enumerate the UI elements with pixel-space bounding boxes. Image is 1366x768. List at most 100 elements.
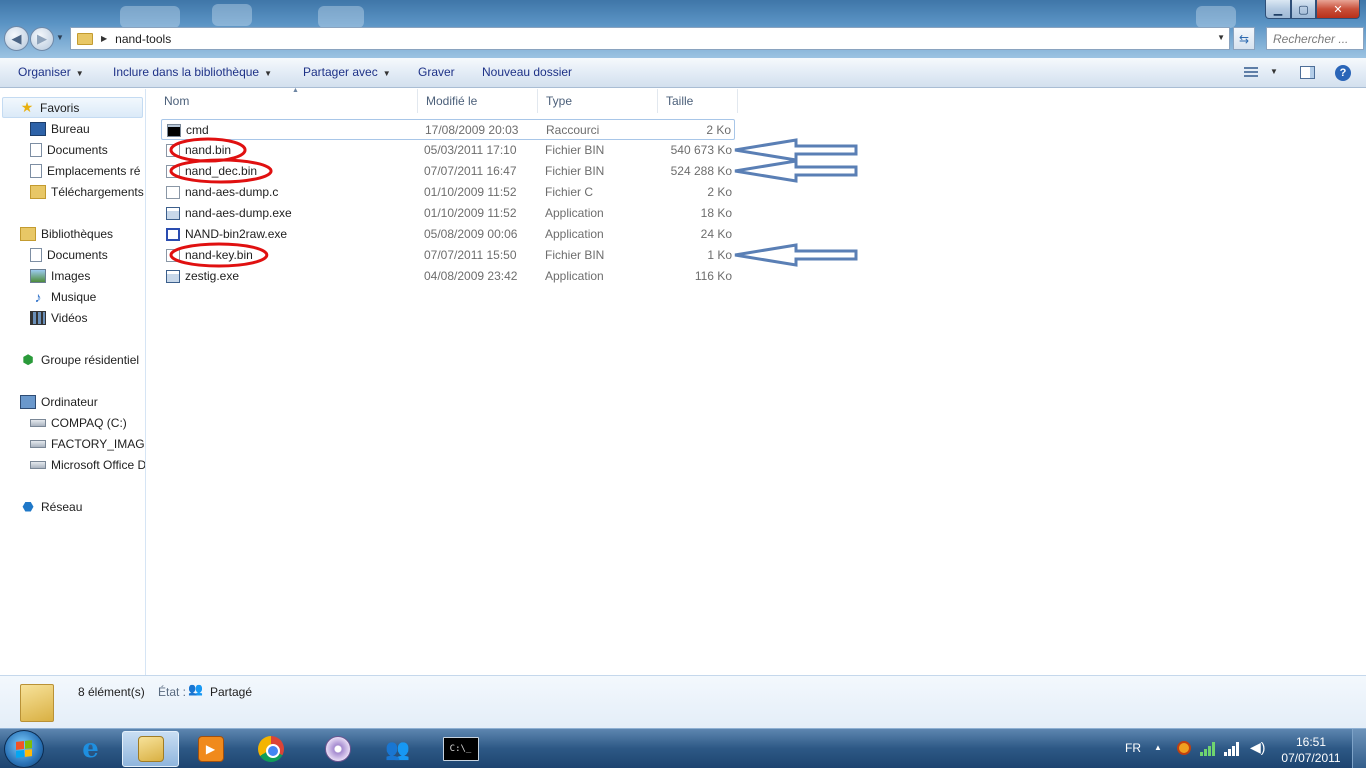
chevron-right-icon[interactable]: ▶ xyxy=(101,34,107,43)
file-modified: 05/08/2009 00:06 xyxy=(424,227,518,241)
cmd-shortcut-icon xyxy=(167,124,181,137)
sidebar-homegroup[interactable]: ⬢ Groupe résidentiel xyxy=(20,349,139,370)
address-history-dropdown[interactable]: ▼ xyxy=(1217,33,1225,42)
organize-menu[interactable]: Organiser ▼ xyxy=(18,65,84,79)
antivirus-tray-icon[interactable] xyxy=(1177,741,1191,755)
taskbar-messenger[interactable]: 👥 xyxy=(369,731,426,767)
computer-icon xyxy=(20,394,36,409)
homegroup-icon: ⬢ xyxy=(22,351,34,367)
burn-button[interactable]: Graver xyxy=(418,65,455,79)
signal-strength-icon[interactable] xyxy=(1200,740,1216,756)
recent-pages-dropdown[interactable]: ▼ xyxy=(56,33,64,42)
sidebar-item-label: Favoris xyxy=(40,100,80,115)
file-type: Application xyxy=(545,269,604,283)
include-library-label: Inclure dans la bibliothèque xyxy=(113,65,260,79)
file-size: 24 Ko xyxy=(700,227,732,241)
new-folder-button[interactable]: Nouveau dossier xyxy=(482,65,572,79)
star-icon: ★ xyxy=(20,99,34,115)
nand-exe-icon xyxy=(166,228,180,241)
close-button[interactable]: ✕ xyxy=(1316,0,1360,19)
sidebar-network[interactable]: ⬣ Réseau xyxy=(20,496,82,517)
sidebar-item-label: Microsoft Office D xyxy=(51,457,146,472)
file-row[interactable]: nand-key.bin 07/07/2011 15:50 Fichier BIN 1… xyxy=(161,245,735,266)
file-row[interactable]: nand.bin 05/03/2011 17:10 Fichier BIN 540 6… xyxy=(161,140,735,161)
address-bar[interactable]: ▶ nand-tools ▼ xyxy=(70,27,1230,50)
video-film-icon xyxy=(30,310,46,325)
view-options-dropdown[interactable]: ▼ xyxy=(1270,67,1278,76)
back-button[interactable]: ◀ xyxy=(4,26,29,51)
shared-users-icon: 👥 xyxy=(188,682,203,696)
taskbar-media-player[interactable]: ▶ xyxy=(182,731,239,767)
show-desktop-button[interactable] xyxy=(1352,729,1366,768)
language-indicator[interactable]: FR xyxy=(1125,741,1141,755)
maximize-button[interactable]: ▢ xyxy=(1291,0,1316,19)
document-icon xyxy=(30,247,42,262)
minimize-button[interactable]: ▁ xyxy=(1265,0,1291,19)
search-input[interactable]: Rechercher ... xyxy=(1266,27,1364,50)
folder-icon xyxy=(77,32,93,45)
column-header-modified[interactable]: Modifié le xyxy=(418,89,538,113)
change-view-icon[interactable] xyxy=(1244,67,1258,78)
chrome-icon xyxy=(257,736,284,762)
file-modified: 17/08/2009 20:03 xyxy=(425,123,519,137)
taskbar-internet-explorer[interactable]: e xyxy=(62,731,119,767)
taskbar-windows-explorer[interactable] xyxy=(122,731,179,767)
sidebar-favorites[interactable]: ★ Favoris xyxy=(2,97,143,118)
sidebar-item-desktop[interactable]: Bureau xyxy=(30,118,90,139)
file-type: Raccourci xyxy=(546,123,600,137)
chevron-down-icon: ▼ xyxy=(75,69,84,78)
sidebar-item-factory-image[interactable]: FACTORY_IMAGE xyxy=(30,433,145,454)
sidebar-item-label: Téléchargements xyxy=(51,184,144,199)
file-modified: 07/07/2011 15:50 xyxy=(424,248,517,262)
file-name: nand-aes-dump.c xyxy=(185,185,279,199)
sidebar-item-documents[interactable]: Documents xyxy=(30,139,108,160)
sidebar-item-images[interactable]: Images xyxy=(30,265,90,286)
state-value: Partagé xyxy=(210,685,253,699)
column-header-size[interactable]: Taille xyxy=(658,89,738,113)
item-count: 8 élément(s) xyxy=(78,685,145,699)
file-row[interactable]: nand-aes-dump.exe 01/10/2009 11:52 Applica… xyxy=(161,203,735,224)
sidebar-item-lib-documents[interactable]: Documents xyxy=(30,244,108,265)
sidebar-item-music[interactable]: ♪ Musique xyxy=(30,286,97,307)
column-header-name[interactable]: Nom xyxy=(156,89,418,113)
drive-icon xyxy=(30,460,46,469)
sidebar-item-label: Documents xyxy=(47,247,108,262)
refresh-button[interactable]: ⇆ xyxy=(1233,27,1255,50)
taskbar-command-prompt[interactable]: C:\_ xyxy=(432,731,489,767)
file-row[interactable]: cmd 17/08/2009 20:03 Raccourci 2 Ko xyxy=(161,119,735,140)
file-row[interactable]: nand-aes-dump.c 01/10/2009 11:52 Fichier C… xyxy=(161,182,735,203)
share-with-menu[interactable]: Partager avec ▼ xyxy=(303,65,391,79)
sidebar-item-recent-places[interactable]: Emplacements ré xyxy=(30,160,140,181)
sidebar-libraries[interactable]: Bibliothèques xyxy=(20,223,113,244)
bin-file-icon xyxy=(166,249,180,262)
sidebar-item-office-drive[interactable]: Microsoft Office D xyxy=(30,454,146,475)
start-button[interactable] xyxy=(4,730,44,768)
preview-pane-icon[interactable] xyxy=(1300,66,1315,79)
volume-icon[interactable]: ◀) xyxy=(1250,739,1265,756)
sidebar-computer[interactable]: Ordinateur xyxy=(20,391,98,412)
drive-icon xyxy=(30,439,46,448)
sidebar-item-videos[interactable]: Vidéos xyxy=(30,307,87,328)
clock-time[interactable]: 16:51 xyxy=(1280,735,1342,749)
file-row[interactable]: NAND-bin2raw.exe 05/08/2009 00:06 Applicat… xyxy=(161,224,735,245)
chevron-down-icon: ▼ xyxy=(382,69,391,78)
column-header-type[interactable]: Type xyxy=(538,89,658,113)
taskbar-chrome[interactable] xyxy=(242,731,299,767)
taskbar-disc-app[interactable] xyxy=(309,731,366,767)
window-controls: ▁ ▢ ✕ xyxy=(1265,0,1360,19)
file-row[interactable]: nand_dec.bin 07/07/2011 16:47 Fichier BIN 5… xyxy=(161,161,735,182)
help-icon[interactable]: ? xyxy=(1335,65,1351,81)
include-library-menu[interactable]: Inclure dans la bibliothèque ▼ xyxy=(113,65,272,79)
forward-button[interactable]: ▶ xyxy=(30,27,54,51)
sidebar-item-label: Emplacements ré xyxy=(47,163,141,178)
document-icon xyxy=(30,142,42,157)
breadcrumb-nand-tools[interactable]: nand-tools xyxy=(115,32,171,46)
navigation-pane: ★ Favoris Bureau Documents Emplacements r… xyxy=(0,89,146,675)
sidebar-item-downloads[interactable]: Téléchargements xyxy=(30,181,144,202)
file-name: nand-key.bin xyxy=(185,248,253,262)
sidebar-item-drive-c[interactable]: COMPAQ (C:) xyxy=(30,412,127,433)
wireless-network-icon[interactable] xyxy=(1224,740,1240,756)
file-row[interactable]: zestig.exe 04/08/2009 23:42 Application 116… xyxy=(161,266,735,287)
clock-date[interactable]: 07/07/2011 xyxy=(1280,751,1342,765)
show-hidden-icons-button[interactable]: ▲ xyxy=(1154,743,1162,752)
